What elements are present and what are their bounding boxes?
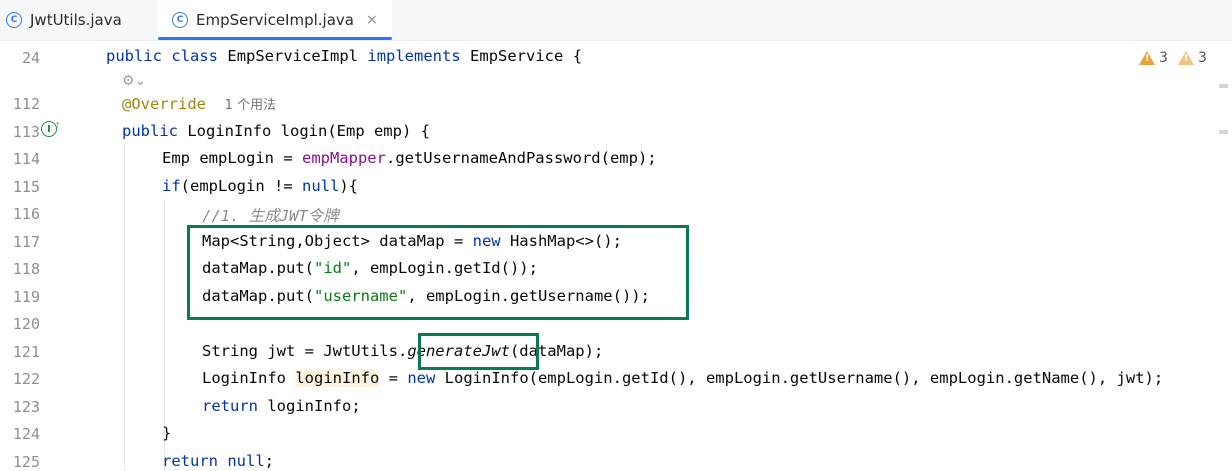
line-number: 118 <box>12 260 40 278</box>
code-line-122: LoginInfo loginInfo = new LoginInfo(empL… <box>202 369 1163 387</box>
tab-jwtutils[interactable]: C JwtUtils.java <box>6 0 122 40</box>
code-text: String jwt = JwtUtils. <box>202 342 408 360</box>
keyword: return <box>202 397 258 415</box>
keyword: class <box>171 47 219 65</box>
line-number: 116 <box>12 205 40 223</box>
code-text: = <box>379 369 408 387</box>
code-line-116: //1. 生成JWT令牌 <box>202 207 339 225</box>
code-text: (empLogin != <box>180 177 302 195</box>
scrollbar-marker[interactable] <box>1219 130 1228 134</box>
weak-warnings-count: 3 <box>1198 50 1207 66</box>
fold-dropdown-icon[interactable]: ⚙⌄ <box>122 72 146 89</box>
line-number: 117 <box>12 233 40 251</box>
code-line-121: String jwt = JwtUtils.generateJwt(dataMa… <box>202 342 603 360</box>
go-to-super-arrow-icon[interactable]: ↑ <box>55 119 61 131</box>
editor-tab-bar: C JwtUtils.java C EmpServiceImpl.java × <box>0 0 1232 41</box>
interface-name: EmpService <box>470 47 564 65</box>
warning-icon: ! <box>1139 51 1155 65</box>
highlight-box-datamap <box>187 225 689 320</box>
annotation: @Override <box>122 95 206 113</box>
field-ref: empMapper <box>301 149 386 167</box>
line-number: 24 <box>21 49 40 67</box>
line-number: 112 <box>12 95 40 113</box>
tab-label: EmpServiceImpl.java <box>196 11 354 29</box>
brace: { <box>572 47 583 65</box>
line-number: 114 <box>12 150 40 168</box>
line-number: 123 <box>12 398 40 416</box>
code-text: Emp empLogin = <box>162 149 302 167</box>
highlighted-variable: loginInfo <box>295 369 380 387</box>
class-icon: C <box>6 12 22 28</box>
scrollbar-marker[interactable] <box>1219 84 1228 88</box>
code-line-113: public LoginInfo login(Emp emp) { <box>122 122 430 140</box>
code-line-114: Emp empLogin = empMapper.getUsernameAndP… <box>162 149 657 167</box>
code-text: ){ <box>339 177 358 195</box>
warnings-count: 3 <box>1159 50 1168 66</box>
indent-guide <box>124 144 125 470</box>
close-icon[interactable]: × <box>366 12 378 28</box>
code-line-125: return null; <box>162 452 274 470</box>
line-number: 120 <box>12 315 40 333</box>
keyword: return <box>162 452 218 470</box>
line-number: 113 <box>12 123 40 141</box>
active-tab-indicator <box>158 37 392 40</box>
weak-warning-icon: ! <box>1178 51 1194 65</box>
keyword: null <box>302 177 340 195</box>
code-line-24: public class EmpServiceImpl implements E… <box>106 47 582 65</box>
line-number: 124 <box>12 425 40 443</box>
code-line-124: } <box>162 424 172 442</box>
keyword: new <box>407 369 436 387</box>
line-number: 125 <box>12 453 40 471</box>
keyword: implements <box>367 47 461 65</box>
method-signature: LoginInfo login(Emp emp) { <box>187 122 430 140</box>
weak-warnings-indicator[interactable]: ! 3 <box>1178 50 1207 66</box>
line-number: 121 <box>12 343 40 361</box>
usages-hint[interactable]: 1 个用法 <box>225 98 276 113</box>
keyword: if <box>162 177 181 195</box>
line-number: 119 <box>12 288 40 306</box>
class-icon: C <box>172 12 188 28</box>
line-number: 122 <box>12 370 40 388</box>
keyword: public <box>106 47 162 65</box>
warnings-indicator[interactable]: ! 3 <box>1139 50 1168 66</box>
code-text: LoginInfo <box>202 369 296 387</box>
tab-label: JwtUtils.java <box>30 11 122 29</box>
keyword: public <box>122 122 178 140</box>
code-text: loginInfo; <box>258 397 361 415</box>
code-text: LoginInfo(empLogin.getId(), empLogin.get… <box>435 369 1164 387</box>
code-line-115: if(empLogin != null){ <box>162 177 358 195</box>
code-text: ; <box>264 452 275 470</box>
tab-empserviceimpl[interactable]: C EmpServiceImpl.java × <box>158 0 392 40</box>
code-text: .getUsernameAndPassword(emp); <box>385 149 657 167</box>
highlight-box-generatejwt <box>418 333 539 370</box>
class-name: EmpServiceImpl <box>227 47 359 65</box>
line-number: 115 <box>12 178 40 196</box>
code-line-123: return loginInfo; <box>202 397 361 415</box>
code-line-112: @Override 1 个用法 <box>122 94 276 113</box>
keyword: null <box>227 452 265 470</box>
